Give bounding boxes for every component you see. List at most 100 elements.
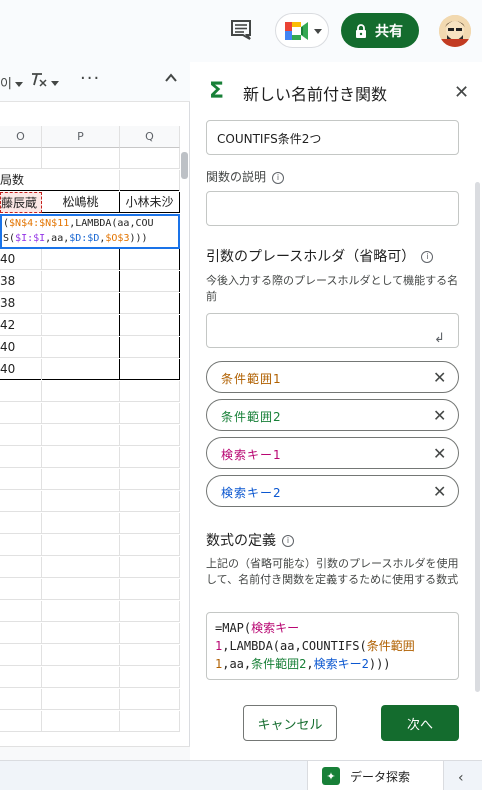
- chevron-left-icon[interactable]: ‹: [458, 770, 464, 786]
- placeholder-chip[interactable]: 条件範囲1 ✕: [206, 361, 459, 393]
- named-function-panel: Σ 新しい名前付き関数 ✕ COUNTIFS条件2つ 関数の説明 i 引数のプレー…: [191, 62, 482, 760]
- more-options-button[interactable]: ···: [80, 68, 100, 89]
- next-button[interactable]: 次へ: [381, 705, 459, 741]
- cell[interactable]: [120, 249, 180, 270]
- cell[interactable]: 42: [0, 315, 42, 336]
- cell[interactable]: [120, 359, 180, 380]
- close-icon[interactable]: ✕: [433, 482, 446, 501]
- column-header-p[interactable]: P: [42, 126, 120, 148]
- close-icon[interactable]: ✕: [433, 368, 446, 387]
- column-header-o[interactable]: O: [0, 126, 42, 148]
- close-icon[interactable]: ✕: [454, 82, 469, 103]
- avatar[interactable]: [439, 15, 471, 47]
- info-icon[interactable]: i: [421, 251, 434, 263]
- horizontal-scrollbar[interactable]: [0, 746, 190, 760]
- chip-label: 検索キー1: [221, 448, 282, 462]
- cell[interactable]: 小林未沙: [120, 192, 180, 213]
- cell-formula-editor[interactable]: ($N$4:$N$11,LAMBDA(aa,COU S($I:$I,aa,$D:…: [0, 214, 180, 249]
- cell[interactable]: [42, 249, 120, 270]
- cell[interactable]: 局数: [0, 170, 120, 191]
- cell[interactable]: 38: [0, 271, 42, 292]
- cell[interactable]: 38: [0, 293, 42, 314]
- clear-format-button[interactable]: [30, 71, 59, 91]
- cell[interactable]: 藤辰蔵: [0, 192, 42, 213]
- cell[interactable]: [120, 293, 180, 314]
- formula-range: $N$4:$N$11: [9, 218, 70, 229]
- spreadsheet-area: 이 ··· O P Q 局数 藤辰蔵 松嶋桃 小林未沙 40 38 38 42 …: [0, 62, 190, 760]
- table-row: [0, 381, 180, 402]
- vertical-scrollbar[interactable]: [181, 152, 188, 179]
- cell[interactable]: [120, 315, 180, 336]
- formula-range: $D:$D: [69, 233, 100, 244]
- explore-button[interactable]: ✦ データ探索: [307, 761, 444, 790]
- table-row: [0, 425, 180, 446]
- formula-text: ))): [368, 657, 391, 671]
- table-row: 40: [0, 249, 180, 270]
- cell[interactable]: [42, 359, 120, 380]
- cell[interactable]: [42, 271, 120, 292]
- cell[interactable]: [120, 148, 180, 169]
- share-button[interactable]: 共有: [341, 13, 419, 48]
- table-row: 局数: [0, 170, 180, 191]
- close-icon[interactable]: ✕: [433, 406, 446, 425]
- cell[interactable]: [42, 293, 120, 314]
- function-name-input[interactable]: COUNTIFS条件2つ: [206, 120, 459, 155]
- meet-button[interactable]: [275, 13, 329, 48]
- table-row: 38: [0, 271, 180, 292]
- cell[interactable]: [120, 271, 180, 292]
- sigma-icon: Σ: [209, 79, 225, 104]
- cell[interactable]: 40: [0, 249, 42, 270]
- cell[interactable]: [0, 148, 42, 169]
- panel-scrollbar[interactable]: [475, 182, 480, 692]
- cell[interactable]: 松嶋桃: [42, 192, 120, 213]
- table-row: [0, 557, 180, 578]
- table-row: [0, 403, 180, 424]
- placeholder-chip[interactable]: 条件範囲2 ✕: [206, 399, 459, 431]
- cell[interactable]: 40: [0, 337, 42, 358]
- comment-icon[interactable]: [230, 20, 252, 40]
- close-icon[interactable]: ✕: [433, 444, 446, 463]
- column-header-q[interactable]: Q: [120, 126, 180, 148]
- table-row: [0, 711, 180, 732]
- definition-title: 数式の定義 i: [206, 530, 294, 550]
- cell[interactable]: [42, 315, 120, 336]
- definition-title-text: 数式の定義: [206, 533, 276, 549]
- placeholder-input[interactable]: [206, 313, 459, 348]
- table-row: [0, 491, 180, 512]
- description-input[interactable]: [206, 191, 459, 226]
- cell[interactable]: 40: [0, 359, 42, 380]
- placeholder-chip[interactable]: 検索キー1 ✕: [206, 437, 459, 469]
- placeholders-title: 引数のプレースホルダ（省略可） i: [206, 246, 434, 266]
- cell[interactable]: [42, 148, 120, 169]
- placeholder-chip[interactable]: 検索キー2 ✕: [206, 475, 459, 507]
- table-row: 藤辰蔵 松嶋桃 小林未沙: [0, 192, 180, 213]
- panel-title: 新しい名前付き関数: [243, 85, 388, 104]
- formula-text: ))): [129, 233, 148, 244]
- cell[interactable]: [120, 337, 180, 358]
- info-icon[interactable]: i: [282, 535, 294, 547]
- chevron-down-icon: [314, 29, 322, 34]
- formula-text: ,: [306, 657, 314, 671]
- table-row: [0, 535, 180, 556]
- chevron-up-icon[interactable]: [164, 71, 178, 85]
- formula-text: =MAP(: [215, 621, 252, 635]
- info-icon[interactable]: i: [272, 171, 285, 184]
- cell[interactable]: [42, 337, 120, 358]
- cell[interactable]: [120, 170, 180, 191]
- table-row: [0, 623, 180, 644]
- definition-description: 上記の（省略可能な）引数のプレースホルダを使用して、名前付き関数を定義するために…: [206, 557, 459, 586]
- formula-text: ,LAMBDA(aa,COUNTIFS(: [222, 639, 367, 653]
- chevron-down-icon: [14, 82, 23, 87]
- cancel-button[interactable]: キャンセル: [243, 705, 337, 741]
- table-row: [0, 667, 180, 688]
- formula-range: $I:$I: [15, 233, 46, 244]
- table-row: [0, 601, 180, 622]
- chip-label: 検索キー2: [221, 486, 282, 500]
- table-row: [0, 447, 180, 468]
- toolbar-dropdown[interactable]: 이: [0, 73, 23, 92]
- table-row: [0, 645, 180, 666]
- lock-icon: [356, 23, 366, 38]
- formula-text: ,aa,: [45, 233, 70, 244]
- placeholders-description: 今後入力する際のプレースホルダとして機能する名前: [206, 274, 459, 303]
- formula-definition-input[interactable]: =MAP(検索キー1,LAMBDA(aa,COUNTIFS(条件範囲1,aa,条…: [206, 612, 459, 680]
